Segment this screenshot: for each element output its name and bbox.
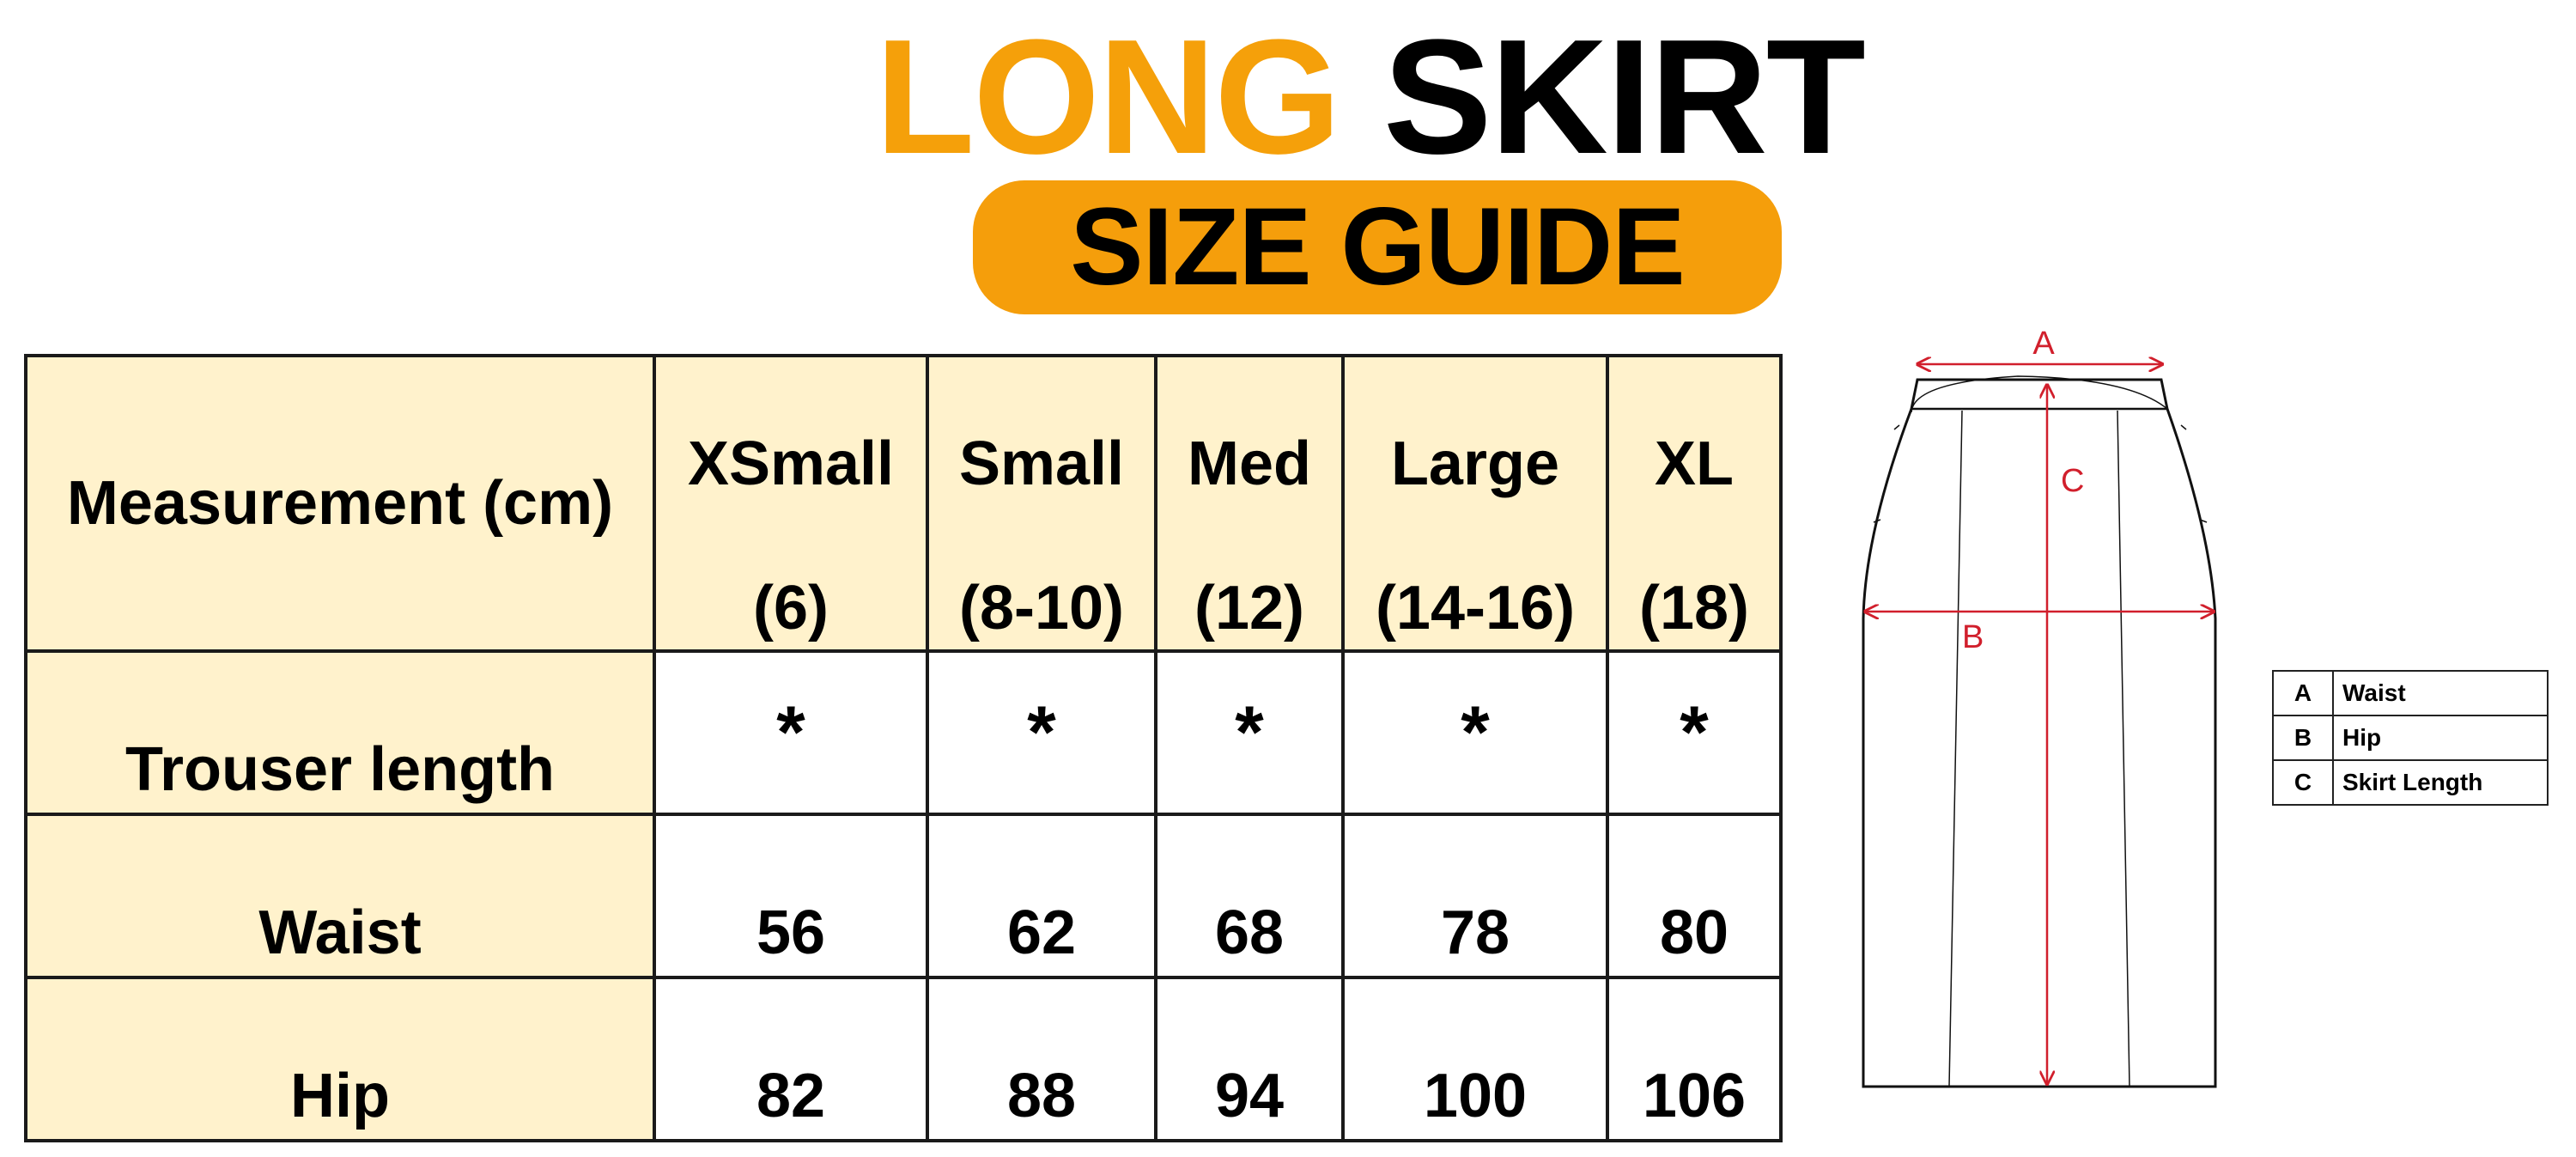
size-header-small: Small (8-10) (926, 354, 1157, 653)
title-word-long: LONG (875, 6, 1341, 188)
size-guide-label: SIZE GUIDE (1070, 186, 1685, 308)
header-label-cell: Measurement (cm) (24, 354, 656, 653)
table-cell: * (926, 649, 1157, 816)
table-cell: 68 (1154, 813, 1345, 979)
value-placeholder: * (1680, 691, 1709, 774)
legend-row: C Skirt Length (2272, 759, 2549, 806)
size-code: (12) (1194, 574, 1305, 642)
size-guide-badge: SIZE GUIDE (973, 180, 1782, 314)
value-placeholder: * (776, 691, 805, 774)
table-cell: 80 (1606, 813, 1783, 979)
size-table: Measurement (cm) XSmall (6) Small (8-10)… (24, 354, 1783, 1142)
value-placeholder: * (1235, 691, 1264, 774)
size-name: Large (1390, 429, 1560, 498)
table-row-trouser-length: Trouser length * * * * * (24, 649, 1783, 816)
row-label: Hip (24, 976, 656, 1142)
table-cell: * (1154, 649, 1345, 816)
table-cell: 56 (653, 813, 929, 979)
table-cell: 78 (1341, 813, 1609, 979)
size-name: XSmall (687, 429, 895, 498)
size-header-med: Med (12) (1154, 354, 1345, 653)
size-name: XL (1654, 429, 1734, 498)
legend-key: C (2272, 759, 2334, 806)
legend-value: Waist (2332, 670, 2549, 716)
size-header-xl: XL (18) (1606, 354, 1783, 653)
table-cell: 106 (1606, 976, 1783, 1142)
table-row-hip: Hip 82 88 94 100 106 (24, 976, 1783, 1142)
skirt-diagram: A C B (1862, 326, 2217, 1088)
size-name: Small (958, 429, 1125, 498)
table-cell: * (1341, 649, 1609, 816)
table-cell: * (653, 649, 929, 816)
row-label: Waist (24, 813, 656, 979)
table-cell: 94 (1154, 976, 1345, 1142)
size-header-large: Large (14-16) (1341, 354, 1609, 653)
legend-row: A Waist (2272, 670, 2549, 716)
skirt-outline (1862, 375, 2217, 1088)
legend-value: Hip (2332, 715, 2549, 761)
size-code: (14-16) (1375, 574, 1576, 642)
legend-key: B (2272, 715, 2334, 761)
measurement-legend: A Waist B Hip C Skirt Length (2272, 670, 2549, 806)
table-cell: * (1606, 649, 1783, 816)
table-row-waist: Waist 56 62 68 78 80 (24, 813, 1783, 979)
value-placeholder: * (1461, 691, 1490, 774)
title-word-skirt: SKIRT (1382, 6, 1866, 188)
label-a: A (2032, 326, 2055, 362)
legend-row: B Hip (2272, 715, 2549, 761)
header-row: Measurement (cm) XSmall (6) Small (8-10)… (24, 354, 1783, 653)
size-code: (18) (1638, 574, 1750, 642)
table-cell: 62 (926, 813, 1157, 979)
legend-value: Skirt Length (2332, 759, 2549, 806)
header-label: Measurement (cm) (66, 469, 614, 538)
table-cell: 82 (653, 976, 929, 1142)
size-name: Med (1188, 429, 1311, 498)
table-cell: 88 (926, 976, 1157, 1142)
label-b: B (1962, 619, 1984, 655)
page-title: LONG SKIRT (0, 15, 2576, 179)
table-cell: 100 (1341, 976, 1609, 1142)
label-c: C (2061, 463, 2084, 499)
size-code: (6) (753, 574, 829, 642)
row-label: Trouser length (24, 649, 656, 816)
value-placeholder: * (1027, 691, 1056, 774)
legend-key: A (2272, 670, 2334, 716)
size-code: (8-10) (958, 574, 1125, 642)
size-header-xsmall: XSmall (6) (653, 354, 929, 653)
